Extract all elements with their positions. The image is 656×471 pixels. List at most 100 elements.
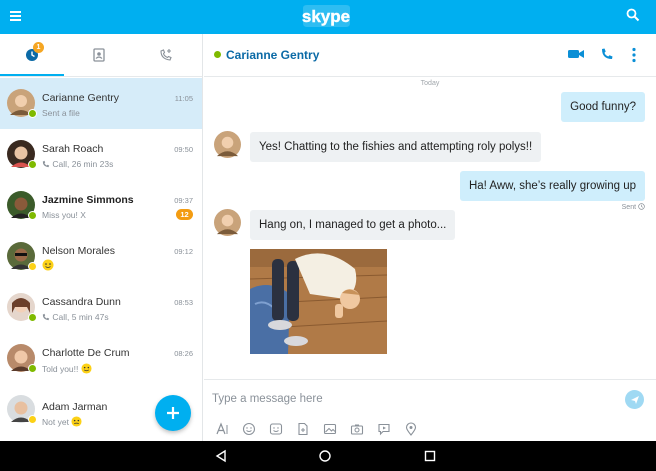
shared-photo[interactable]	[250, 249, 387, 354]
last-message: Call, 5 min 47s	[42, 312, 109, 322]
svg-text:skype: skype	[302, 7, 350, 26]
message-outgoing[interactable]: Good funny?	[561, 92, 645, 122]
chat-panel: Carianne Gentry Today Good funny? Yes! C…	[204, 34, 656, 441]
last-message: Sent a file	[42, 108, 80, 118]
last-message: Not yet	[42, 416, 82, 427]
tab-contacts[interactable]	[67, 34, 131, 76]
skype-app: skype 1 Carianne Gentry Sent a file 11:0…	[0, 0, 656, 471]
timestamp: 08:26	[174, 349, 193, 358]
avatar	[7, 191, 37, 220]
call-add-icon	[160, 49, 172, 61]
call-icon	[42, 313, 50, 321]
last-message: Told you!!	[42, 363, 92, 374]
status-online-dot	[28, 313, 37, 322]
message-outgoing[interactable]: Ha! Aww, she’s really growing up	[459, 171, 645, 201]
tab-recent[interactable]: 1	[0, 34, 64, 76]
top-bar: skype	[0, 0, 656, 34]
status-online-dot	[28, 364, 37, 373]
last-message-text: Not yet	[42, 417, 69, 427]
active-tab-indicator	[0, 74, 64, 76]
contact-name: Cassandra Dunn	[42, 296, 121, 308]
timestamp: 08:53	[174, 298, 193, 307]
camera-icon[interactable]	[350, 422, 364, 436]
sender-avatar	[214, 209, 241, 236]
tab-calls[interactable]	[134, 34, 198, 76]
nav-tabs: 1	[0, 34, 202, 77]
contact-name: Carianne Gentry	[42, 92, 120, 104]
last-message: Miss you! X	[42, 210, 86, 220]
android-nav-bar	[0, 441, 656, 471]
unread-count-badge: 12	[176, 209, 193, 220]
conversation-panel: 1 Carianne Gentry Sent a file 11:05 Sara…	[0, 34, 203, 441]
status-online-dot	[28, 109, 37, 118]
status-away-dot	[28, 415, 37, 424]
avatar	[7, 242, 37, 271]
video-call-icon[interactable]	[567, 47, 585, 66]
contact-name: Sarah Roach	[42, 143, 104, 155]
timestamp: 09:12	[174, 247, 193, 256]
status-away-dot	[28, 262, 37, 271]
contact-name: Charlotte De Crum	[42, 347, 130, 359]
smile-emoji-icon	[81, 363, 92, 374]
emoticon-icon[interactable]	[242, 422, 256, 436]
hamburger-menu-icon[interactable]	[10, 9, 26, 25]
sender-avatar	[214, 131, 241, 158]
audio-call-icon[interactable]	[600, 47, 614, 66]
search-icon[interactable]	[626, 8, 642, 24]
recents-icon[interactable]	[423, 449, 437, 463]
send-button[interactable]	[625, 390, 644, 409]
skype-logo: skype	[298, 3, 354, 30]
message-input[interactable]	[212, 388, 612, 410]
chat-title[interactable]: Carianne Gentry	[226, 48, 319, 62]
new-conversation-button[interactable]	[155, 395, 191, 431]
chat-header: Carianne Gentry	[204, 34, 656, 77]
text-format-icon[interactable]	[215, 422, 229, 436]
conversation-item-jazmine[interactable]: Jazmine Simmons Miss you! X 09:37 12	[0, 180, 202, 231]
call-icon	[42, 160, 50, 168]
message-incoming[interactable]: Hang on, I managed to get a photo...	[250, 210, 456, 240]
file-icon[interactable]	[296, 422, 310, 436]
worried-emoji-icon	[71, 416, 82, 427]
conversation-item-sarah[interactable]: Sarah Roach Call, 26 min 23s 09:50	[0, 129, 202, 180]
emoji-icon	[42, 259, 54, 273]
status-online-dot	[28, 211, 37, 220]
back-icon[interactable]	[214, 449, 228, 463]
status-online-dot	[28, 160, 37, 169]
avatar	[7, 395, 37, 424]
conversation-item-nelson[interactable]: Nelson Morales 09:12	[0, 231, 202, 282]
contacts-book-icon	[93, 48, 105, 62]
sent-status-text: Sent	[621, 204, 637, 211]
conversation-item-cassandra[interactable]: Cassandra Dunn Call, 5 min 47s 08:53	[0, 282, 202, 333]
last-message-text: Told you!!	[42, 364, 79, 374]
last-message-text: Call, 26 min 23s	[52, 159, 114, 169]
moji-icon[interactable]	[269, 422, 283, 436]
clock-icon	[638, 203, 645, 210]
date-divider: Today	[420, 80, 440, 87]
conversation-item-carianne[interactable]: Carianne Gentry Sent a file 11:05	[0, 78, 202, 129]
contact-name: Adam Jarman	[42, 401, 108, 413]
message-composer	[204, 379, 656, 441]
message-incoming[interactable]: Yes! Chatting to the fishies and attempt…	[250, 132, 542, 162]
last-message: Call, 26 min 23s	[42, 159, 113, 169]
timestamp: 09:50	[174, 145, 193, 154]
location-icon[interactable]	[404, 422, 418, 436]
video-message-icon[interactable]	[377, 422, 391, 436]
last-message-text: Call, 5 min 47s	[52, 312, 109, 322]
status-online-dot	[214, 51, 221, 58]
message-list: Today Good funny? Yes! Chatting to the f…	[204, 77, 656, 379]
recent-badge: 1	[33, 42, 44, 53]
avatar	[7, 293, 37, 322]
plus-icon	[167, 407, 179, 419]
timestamp: 09:37	[174, 196, 193, 205]
sent-status: Sent	[622, 203, 645, 211]
image-icon[interactable]	[323, 422, 337, 436]
avatar	[7, 140, 37, 169]
avatar	[7, 89, 37, 118]
home-icon[interactable]	[318, 449, 332, 463]
contact-name: Jazmine Simmons	[42, 194, 134, 206]
send-icon	[630, 395, 639, 404]
contact-name: Nelson Morales	[42, 245, 115, 257]
conversation-item-charlotte[interactable]: Charlotte De Crum Told you!! 08:26	[0, 333, 202, 384]
more-options-icon[interactable]	[631, 47, 637, 68]
avatar	[7, 344, 37, 373]
